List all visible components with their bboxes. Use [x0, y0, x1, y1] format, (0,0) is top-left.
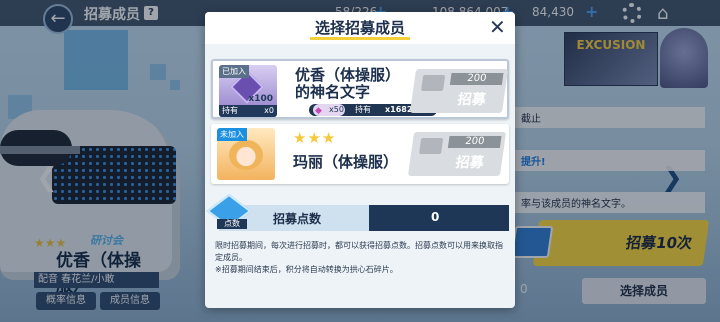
marie-thumbnail: 未加入 [217, 128, 275, 180]
dialog-title: 选择招募成员 [314, 19, 405, 37]
joined-tag: 已加入 [219, 65, 249, 78]
recruit-label-1: 招募 [456, 92, 487, 108]
recruit-points-bar: 点数 招募点数 0 [206, 193, 509, 231]
thumb-count: x100 [248, 94, 273, 104]
points-value: 0 [431, 210, 440, 224]
points-label: 招募点数 [273, 212, 322, 226]
points-description: 限时招募期间，每次进行招募时，都可以获得招募点数。招募点数可以用来换取指定成员。… [215, 240, 507, 276]
recruit-button-1[interactable]: 200 招募 [409, 69, 509, 113]
recruit-cost-2: 200 [447, 136, 502, 148]
points-cost-icon [421, 75, 446, 91]
rarity-stars: ★★★ [293, 129, 337, 147]
recruit-label-2: 招募 [454, 155, 485, 171]
owned-row: 持有 x0 [219, 105, 277, 117]
points-icon-label: 点数 [217, 219, 247, 229]
marie-portrait [229, 140, 263, 170]
not-joined-tag: 未加入 [217, 128, 247, 141]
card-name-line1: 优香（体操服） [295, 66, 401, 84]
card-name-marie: 玛丽（体操服） [293, 153, 399, 171]
recruit-button-2[interactable]: 200 招募 [407, 132, 507, 176]
points-cost-icon [419, 138, 444, 154]
description-line-2: ※招募期间结束后，积分将自动转换为拱心石碎片。 [215, 265, 398, 274]
owned-label: 持有 [222, 106, 238, 115]
select-member-dialog: 选择招募成员 ✕ 已加入 x100 持有 x0 优香（体操服） 的神名文字 ◆ … [205, 12, 515, 308]
eleph-small-icon: ◆ [315, 106, 322, 116]
held-label: 持有 [355, 105, 371, 114]
card-name-line2: 的神名文字 [295, 83, 371, 101]
eleph-thumbnail: 已加入 x100 持有 x0 [219, 65, 277, 117]
held-value: x1682 [385, 105, 413, 114]
owned-value: x0 [264, 106, 274, 115]
recruit-cost-1: 200 [449, 73, 504, 85]
member-card-marie[interactable]: 未加入 ★★★ 玛丽（体操服） 200 招募 [211, 124, 509, 184]
eleph-per-recruit: ◆ x50 [313, 104, 345, 116]
description-line-1: 限时招募期间，每次进行招募时，都可以获得招募点数。招募点数可以用来换取指定成员。 [215, 241, 503, 262]
close-icon[interactable]: ✕ [489, 15, 506, 39]
title-underline [310, 37, 410, 40]
member-card-yuuka-eleph[interactable]: 已加入 x100 持有 x0 优香（体操服） 的神名文字 ◆ x50 持有 x1… [211, 59, 509, 119]
